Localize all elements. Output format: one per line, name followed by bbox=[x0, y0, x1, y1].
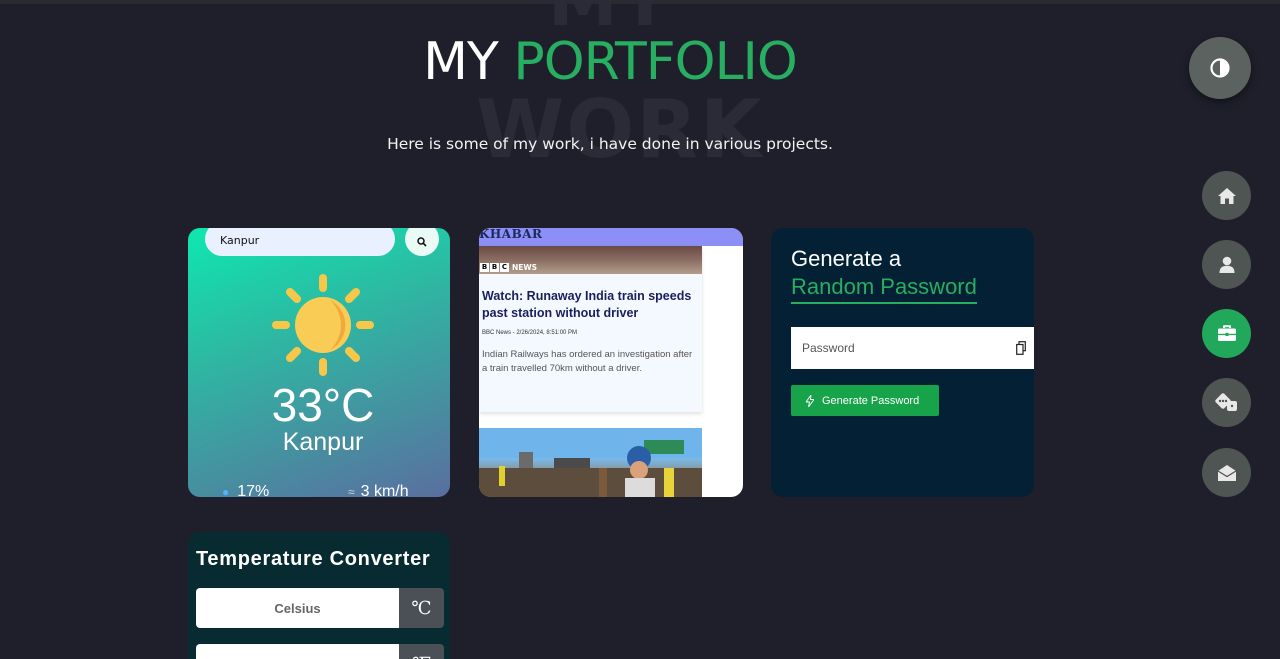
bolt-icon bbox=[806, 394, 814, 407]
temperature-converter-card[interactable]: Temperature Converter Celsius ℃ ℉ bbox=[188, 532, 450, 659]
background-word-my: MY bbox=[548, 0, 673, 42]
search-icon bbox=[417, 237, 427, 247]
password-field[interactable]: Password bbox=[791, 327, 1034, 369]
contrast-icon bbox=[1210, 58, 1230, 78]
wind-info: ≈ 3 km/h bbox=[348, 483, 409, 497]
title-my: MY bbox=[423, 32, 514, 92]
protest-photo bbox=[479, 428, 702, 497]
generate-password-button[interactable]: Generate Password bbox=[791, 385, 939, 416]
news-app-card[interactable]: KHABAR BBC NEWS Watch: Runaway India tra… bbox=[479, 228, 743, 497]
user-icon bbox=[1219, 256, 1234, 273]
news-article[interactable]: BBC NEWS Watch: Runaway India train spee… bbox=[479, 246, 702, 412]
city-name: Kanpur bbox=[282, 428, 364, 456]
search-button[interactable] bbox=[405, 228, 439, 256]
wind-icon: ≈ bbox=[348, 485, 355, 497]
home-icon bbox=[1217, 187, 1236, 204]
copy-icon[interactable] bbox=[1016, 341, 1026, 355]
bbc-news-logo: BBC NEWS bbox=[480, 262, 538, 272]
celsius-unit-label: ℃ bbox=[399, 588, 444, 628]
fahrenheit-input[interactable] bbox=[196, 644, 399, 659]
title-portfolio: PORTFOLIO bbox=[513, 32, 797, 92]
second-article-image[interactable] bbox=[479, 428, 702, 497]
sun-icon bbox=[272, 274, 374, 376]
article-meta: BBC News - 2/26/2024, 8:51:00 PM bbox=[482, 330, 578, 336]
celsius-input[interactable]: Celsius bbox=[196, 588, 399, 628]
article-headline[interactable]: Watch: Runaway India train speeds past s… bbox=[482, 288, 700, 322]
generate-password-label: Generate Password bbox=[822, 394, 920, 407]
password-heading-line1: Generate a bbox=[791, 246, 902, 271]
nav-about-button[interactable] bbox=[1202, 240, 1251, 289]
wind-value: 3 km/h bbox=[360, 483, 409, 497]
humidity-icon: ● bbox=[222, 485, 230, 497]
password-generator-card[interactable]: Generate a Random Password Password Gene… bbox=[771, 228, 1034, 497]
city-search-input[interactable]: Kanpur bbox=[205, 228, 395, 256]
news-brand-logo: KHABAR bbox=[479, 228, 543, 241]
nav-games-button[interactable] bbox=[1202, 378, 1251, 427]
temperature-value: 33°C bbox=[271, 379, 375, 431]
nav-home-button[interactable] bbox=[1202, 171, 1251, 220]
password-heading-line2: Random Password bbox=[791, 274, 977, 304]
theme-toggle-button[interactable] bbox=[1189, 37, 1251, 99]
nav-contact-button[interactable] bbox=[1202, 448, 1251, 497]
page-title: MY PORTFOLIO bbox=[0, 32, 1220, 92]
article-description: Indian Railways has ordered an investiga… bbox=[482, 349, 693, 374]
weather-app-card[interactable]: Kanpur 33°C Kanpur ● 17% ≈ 3 km/h bbox=[188, 228, 450, 497]
background-word-work: WORK bbox=[476, 83, 764, 176]
envelope-open-icon bbox=[1217, 464, 1236, 481]
briefcase-icon bbox=[1217, 325, 1236, 341]
page-subtitle: Here is some of my work, i have done in … bbox=[387, 135, 833, 153]
humidity-info: ● 17% bbox=[222, 483, 269, 497]
nav-portfolio-button[interactable] bbox=[1202, 309, 1251, 358]
article-image: BBC NEWS bbox=[479, 246, 702, 274]
converter-title: Temperature Converter bbox=[196, 548, 431, 570]
fahrenheit-unit-label: ℉ bbox=[399, 644, 444, 659]
humidity-value: 17% bbox=[237, 483, 270, 497]
dice-icon bbox=[1214, 392, 1237, 411]
